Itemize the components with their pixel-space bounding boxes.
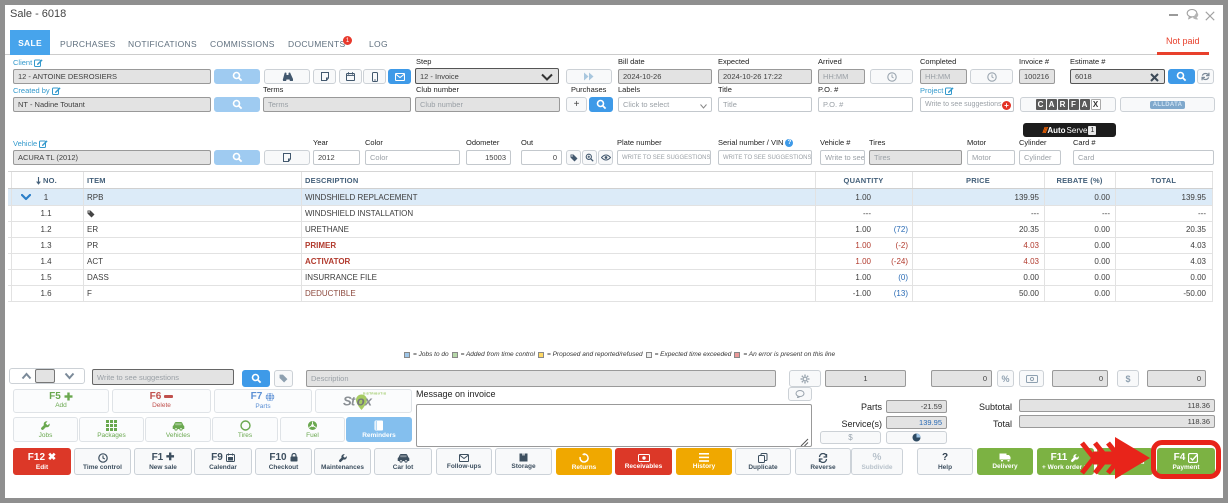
- svg-text:St: St: [343, 394, 356, 409]
- svg-text:x: x: [363, 394, 372, 409]
- svg-text:o: o: [356, 394, 364, 409]
